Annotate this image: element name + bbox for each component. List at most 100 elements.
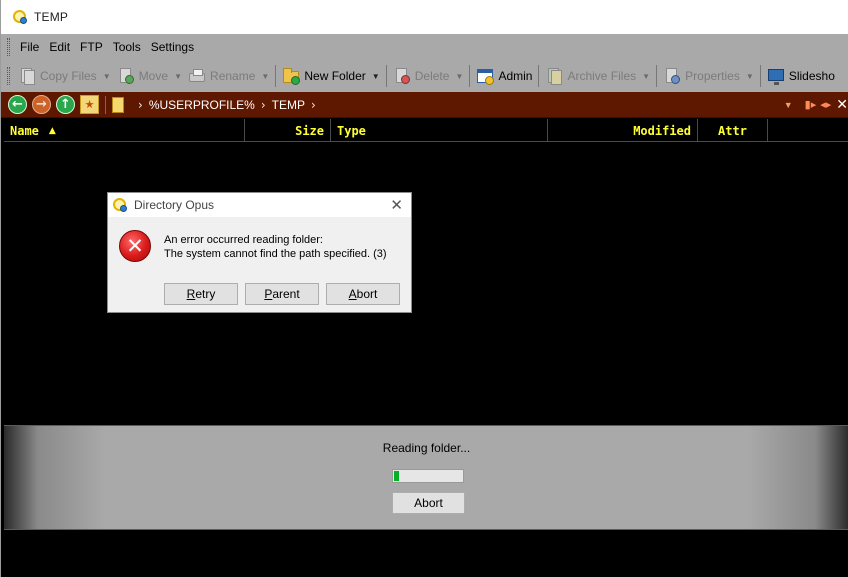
parent-button[interactable]: Parent [245,283,319,305]
lister-toggle-icon[interactable]: ▮▸ [805,98,817,111]
dialog-close-icon[interactable]: ✕ [390,196,403,214]
breadcrumb-chevron-icon[interactable]: › [311,98,316,112]
status-area [4,531,848,577]
delete-icon [393,67,411,85]
dialog-title-bar[interactable]: Directory Opus ✕ [108,193,411,217]
breadcrumb-chevron-icon[interactable]: › [261,98,266,112]
rename-button[interactable]: Rename [185,63,258,89]
menu-grip-handle[interactable] [7,38,10,56]
parent-label: Parent [264,287,300,301]
back-arrow-icon[interactable]: ← [8,95,27,114]
forward-arrow-icon[interactable]: → [32,95,51,114]
move-label: Move [138,69,169,83]
toolbar: Copy Files ▼ Move ▼ Rename ▼ New Folder … [1,60,848,92]
path-bar: ← → ↑ ★ › %USERPROFILE% › TEMP › ▼ ▮▸ ◂▸… [1,92,848,118]
directory-opus-window: TEMP File Edit FTP Tools Settings Copy F… [0,0,848,577]
properties-icon [663,67,681,85]
reading-abort-button[interactable]: Abort [392,492,465,514]
archive-files-label: Archive Files [567,69,637,83]
delete-label: Delete [414,69,450,83]
directory-opus-icon [12,9,28,25]
dialog-title: Directory Opus [134,198,215,212]
menu-edit[interactable]: Edit [44,40,75,54]
toolbar-separator [656,65,658,87]
rename-label: Rename [210,69,256,83]
copy-files-label: Copy Files [40,69,97,83]
slideshow-label: Slidesho [788,69,835,83]
reading-progress-bar [392,469,464,483]
up-arrow-icon[interactable]: ↑ [56,95,75,114]
reading-progress-fill [394,471,399,481]
toolbar-separator [469,65,471,87]
delete-dropdown[interactable]: ▼ [452,63,466,89]
admin-button[interactable]: Admin [473,63,535,89]
abort-label: Abort [348,287,378,301]
menu-settings[interactable]: Settings [146,40,199,54]
path-history-dropdown-icon[interactable]: ▼ [784,100,793,110]
toolbar-separator [759,65,761,87]
menu-ftp[interactable]: FTP [75,40,108,54]
sort-ascending-icon: ▲ [48,125,56,136]
delete-button[interactable]: Delete [390,63,453,89]
admin-window-icon [476,67,495,85]
error-message-line1: An error occurred reading folder: [164,234,323,246]
dialog-body: ✕ An error occurred reading folder: The … [108,217,411,275]
copy-files-dropdown[interactable]: ▼ [100,63,114,89]
column-header-name[interactable]: Name ▲ [4,119,245,142]
error-icon: ✕ [119,230,151,262]
breadcrumb-chevron-icon[interactable]: › [138,98,143,112]
column-attr-label: Attr [718,123,747,138]
column-size-label: Size [295,123,324,138]
toolbar-separator [385,65,387,87]
error-message-line2: The system cannot find the path specifie… [164,248,387,260]
properties-dropdown[interactable]: ▼ [743,63,757,89]
properties-button[interactable]: Properties [660,63,743,89]
column-header-attr[interactable]: Attr [698,119,768,142]
admin-label: Admin [498,69,533,83]
slideshow-button[interactable]: Slidesho [764,63,838,89]
breadcrumb-userprofile[interactable]: %USERPROFILE% [149,98,255,112]
breadcrumb-temp[interactable]: TEMP [272,98,305,112]
column-modified-label: Modified [633,123,691,138]
window-title: TEMP [34,10,69,24]
move-icon [117,67,135,85]
abort-button[interactable]: Abort [326,283,400,305]
path-divider [105,95,106,114]
toolbar-separator [538,65,540,87]
menu-file[interactable]: File [15,40,44,54]
path-bar-controls: ▼ ▮▸ ◂▸ ✕ [784,92,848,117]
retry-label: Retry [186,287,216,301]
error-dialog: Directory Opus ✕ ✕ An error occurred rea… [107,192,412,313]
copy-files-button[interactable]: Copy Files [15,63,100,89]
close-tab-icon[interactable]: ✕ [836,97,848,113]
menu-tools[interactable]: Tools [108,40,146,54]
new-folder-dropdown[interactable]: ▼ [369,63,383,89]
reading-folder-panel: Reading folder... Abort [4,425,848,530]
column-header-modified[interactable]: Modified [548,119,698,142]
reading-folder-text: Reading folder... [382,441,471,455]
column-header-type[interactable]: Type [331,119,548,142]
column-header-size[interactable]: Size [245,119,331,142]
properties-label: Properties [685,69,740,83]
column-name-label: Name [10,123,39,138]
move-dropdown[interactable]: ▼ [171,63,185,89]
rename-icon [188,67,206,85]
archive-icon [545,67,563,85]
rename-dropdown[interactable]: ▼ [258,63,272,89]
toolbar-grip-handle[interactable] [7,67,10,85]
title-bar[interactable]: TEMP [1,0,848,34]
swap-panes-icon[interactable]: ◂▸ [820,98,831,111]
archive-files-dropdown[interactable]: ▼ [639,63,653,89]
archive-files-button[interactable]: Archive Files [542,63,639,89]
column-headers: Name ▲ Size Type Modified Attr [4,119,848,142]
favorites-star-icon[interactable]: ★ [80,95,99,114]
location-folder-icon[interactable] [112,96,124,113]
new-folder-label: New Folder [304,69,366,83]
move-button[interactable]: Move [114,63,171,89]
slideshow-monitor-icon [767,67,785,85]
new-folder-icon [282,67,301,85]
column-type-label: Type [337,123,366,138]
retry-button[interactable]: Retry [164,283,238,305]
new-folder-button[interactable]: New Folder [279,63,368,89]
copy-files-icon [18,67,36,85]
